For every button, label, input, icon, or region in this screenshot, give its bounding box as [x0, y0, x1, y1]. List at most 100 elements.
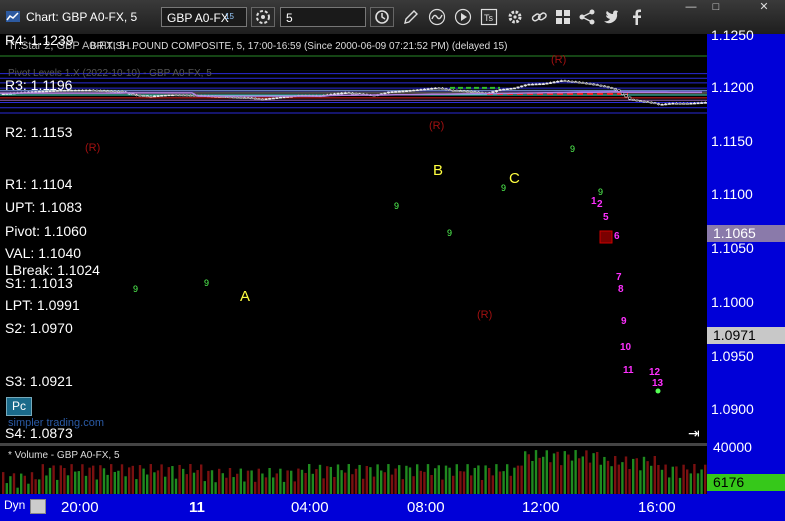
volume-bar — [412, 476, 415, 494]
volume-bar — [207, 470, 210, 494]
volume-bar — [189, 464, 192, 494]
candle-body — [599, 84, 603, 87]
time-label: 12:00 — [522, 499, 560, 516]
volume-label: * Volume - GBP A0-FX, 5 — [8, 450, 120, 461]
volume-bar — [228, 468, 232, 494]
dyn-toggle-icon[interactable] — [30, 499, 46, 514]
volume-bar — [45, 475, 48, 494]
volume-bar — [563, 451, 566, 494]
volume-bar — [218, 468, 221, 494]
volume-bar — [408, 467, 412, 494]
volume-bar — [171, 466, 174, 494]
candle-body — [660, 104, 664, 106]
volume-bar — [689, 473, 692, 494]
volume-bar — [639, 470, 642, 494]
candle-body — [462, 90, 466, 93]
volume-bar — [300, 469, 304, 494]
candle-body — [624, 94, 628, 98]
candle-body — [700, 102, 704, 104]
price-chart-canvas: 1 2567891011 12139999999 — [0, 55, 707, 394]
volume-bar — [416, 464, 419, 494]
level-label-s1: S1: 1.1013 — [5, 275, 73, 291]
candle-body — [664, 103, 668, 106]
svg-text:Ts: Ts — [484, 13, 494, 23]
volume-bar — [221, 473, 224, 494]
gear-icon[interactable] — [506, 8, 524, 26]
volume-bar — [570, 460, 574, 494]
volume-bar — [329, 466, 332, 494]
candle-body — [116, 90, 121, 93]
volume-bar — [12, 473, 16, 494]
volume-bar — [441, 479, 444, 494]
volume-bar — [624, 456, 628, 494]
volume-pane[interactable]: * Volume - GBP A0-FX, 5 — [0, 446, 707, 494]
symbol-settings-button[interactable] — [251, 7, 275, 27]
interval-input[interactable]: 5 — [280, 7, 366, 27]
wave-icon[interactable] — [428, 8, 446, 26]
candle-body — [145, 95, 149, 98]
close-button[interactable]: ✕ — [752, 0, 776, 14]
price-axis[interactable]: 1.1250 1.1200 1.1150 1.1100 1.1050 1.100… — [707, 27, 785, 443]
volume-bar — [5, 483, 8, 494]
time-axis[interactable]: Dyn 20:00 11 04:00 08:00 12:00 16:00 — [0, 494, 785, 521]
facebook-icon[interactable] — [628, 8, 646, 26]
tools-icon[interactable]: Ts — [480, 8, 498, 26]
volume-bar — [372, 476, 376, 494]
signal-dot — [655, 388, 661, 394]
volume-bar — [48, 467, 52, 494]
volume-bar — [578, 458, 581, 494]
volume-bar — [480, 479, 484, 494]
candle-body — [502, 88, 506, 91]
pc-button[interactable]: Pc — [6, 397, 32, 416]
candle-body — [106, 90, 110, 93]
volume-bar — [466, 464, 469, 494]
volume-axis-top: 40000 — [713, 439, 752, 455]
volume-bar — [318, 464, 322, 494]
volume-bar — [632, 458, 635, 494]
volume-bar — [56, 479, 59, 494]
volume-bar — [664, 464, 667, 494]
count-marker: 11 — [623, 365, 634, 376]
share-icon[interactable] — [578, 8, 596, 26]
candle-body — [455, 90, 459, 92]
title-bar: Chart: GBP A0-FX, 5 GBP A0-FX 15 5 Ts — … — [0, 0, 785, 35]
candle-body — [646, 101, 650, 103]
r-marker: (R) — [429, 120, 445, 132]
grid-icon[interactable] — [554, 8, 572, 26]
candle-body — [437, 87, 441, 90]
count-marker-green: 9 — [598, 187, 603, 197]
price-tick: 1.1000 — [711, 294, 754, 310]
price-chart[interactable]: 1 2 5 6 7 8 9 10 11 12 13 9 9 9 9 9 9 9 Tr:Star 2, GBP A0… — [0, 34, 707, 443]
level-label-r1: R1: 1.1104 — [5, 176, 73, 192]
time-label: 04:00 — [291, 499, 329, 516]
volume-bar — [419, 470, 422, 494]
maximize-button[interactable]: □ — [704, 0, 728, 14]
volume-bar — [135, 479, 138, 494]
volume-bar — [102, 468, 106, 494]
level-label-r4: R4: 1.1239 — [5, 34, 74, 48]
play-icon[interactable] — [454, 8, 472, 26]
volume-bar — [380, 470, 383, 494]
minimize-button[interactable]: — — [679, 0, 703, 14]
twitter-icon[interactable] — [602, 8, 620, 26]
candle-body — [73, 89, 77, 92]
link-icon[interactable] — [530, 8, 548, 26]
volume-bar — [74, 471, 77, 494]
candle-body — [163, 94, 167, 97]
candle-body — [253, 97, 257, 100]
volume-bar — [81, 464, 84, 494]
volume-bar — [246, 470, 250, 494]
candle-body — [444, 88, 448, 91]
pencil-icon[interactable] — [402, 8, 420, 26]
candle-body — [383, 92, 387, 95]
symbol-input[interactable]: GBP A0-FX 15 — [161, 7, 247, 27]
volume-bar — [120, 464, 124, 494]
volume-bar — [390, 474, 394, 494]
candle-body — [498, 89, 502, 91]
candle-body — [541, 83, 545, 85]
volume-bar — [30, 472, 34, 494]
volume-bar — [516, 465, 520, 494]
volume-bar — [585, 450, 588, 494]
scroll-to-end-icon[interactable]: ⇥ — [688, 425, 700, 442]
interval-clock-button[interactable] — [370, 7, 394, 27]
